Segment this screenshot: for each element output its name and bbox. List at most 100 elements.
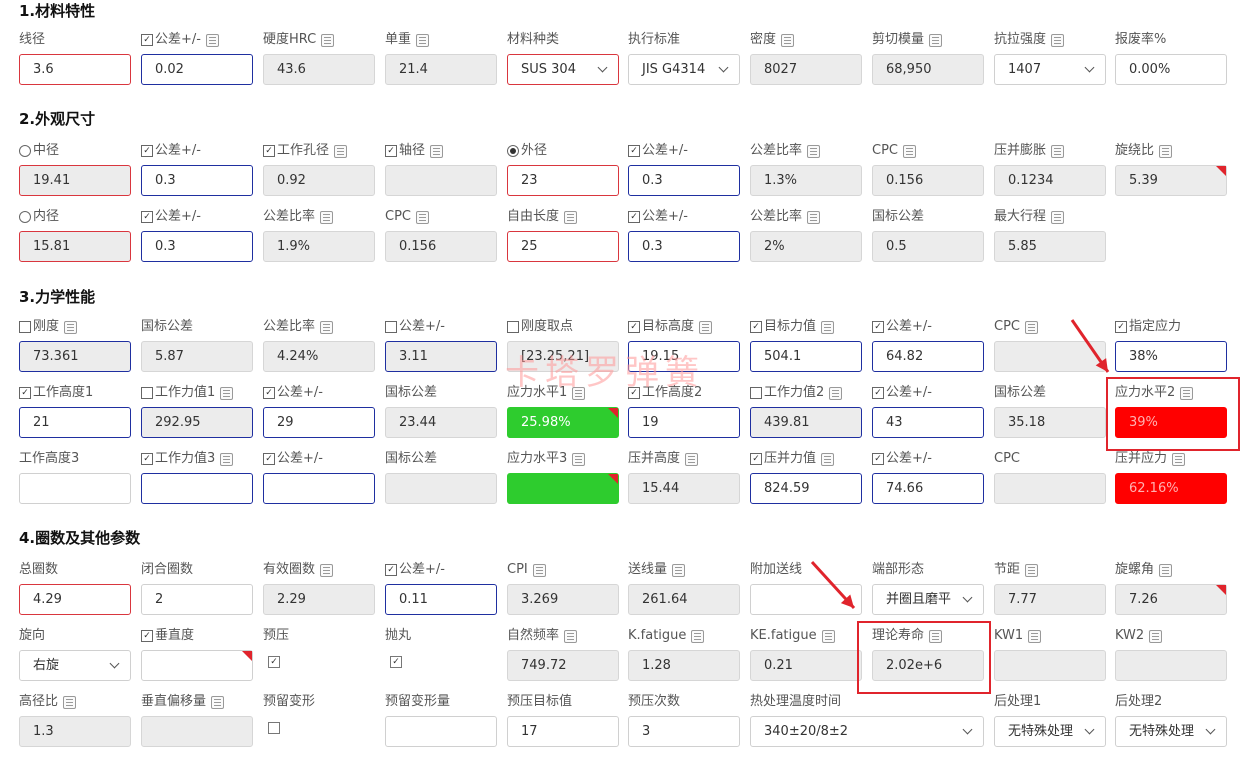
calculator-icon[interactable] bbox=[821, 320, 835, 334]
calculator-icon[interactable] bbox=[64, 320, 78, 334]
field-input[interactable] bbox=[385, 716, 497, 747]
field-checkbox[interactable] bbox=[19, 321, 31, 333]
calculator-icon[interactable] bbox=[1172, 452, 1186, 466]
field-checkbox[interactable]: ✓ bbox=[872, 387, 884, 399]
field-input[interactable]: 25 bbox=[507, 231, 619, 262]
field-select[interactable]: 无特殊处理 bbox=[1115, 716, 1227, 747]
calculator-icon[interactable] bbox=[1149, 629, 1163, 643]
calculator-icon[interactable] bbox=[211, 695, 225, 709]
field-checkbox[interactable]: ✓ bbox=[628, 145, 640, 157]
calculator-icon[interactable] bbox=[1025, 320, 1038, 334]
calculator-icon[interactable] bbox=[1025, 563, 1039, 577]
field-checkbox[interactable] bbox=[141, 387, 153, 399]
calculator-icon[interactable] bbox=[1051, 144, 1065, 158]
field-checkbox[interactable]: ✓ bbox=[872, 453, 884, 465]
field-checkbox[interactable]: ✓ bbox=[263, 453, 275, 465]
field-checkbox[interactable]: ✓ bbox=[628, 321, 640, 333]
calculator-icon[interactable] bbox=[699, 320, 713, 334]
calculator-icon[interactable] bbox=[564, 629, 578, 643]
calculator-icon[interactable] bbox=[205, 33, 219, 47]
calculator-icon[interactable] bbox=[821, 452, 835, 466]
calculator-icon[interactable] bbox=[903, 144, 916, 158]
field-input[interactable]: 4.29 bbox=[19, 584, 131, 615]
field-input[interactable]: 74.66 bbox=[872, 473, 984, 504]
field-checkbox[interactable]: ✓ bbox=[141, 453, 153, 465]
calculator-icon[interactable] bbox=[220, 386, 234, 400]
calculator-icon[interactable] bbox=[63, 695, 77, 709]
field-select[interactable]: 无特殊处理 bbox=[994, 716, 1106, 747]
field-checkbox[interactable]: ✓ bbox=[141, 145, 153, 157]
calculator-icon[interactable] bbox=[532, 563, 546, 577]
field-checkbox[interactable]: ✓ bbox=[750, 321, 762, 333]
calculator-icon[interactable] bbox=[1159, 144, 1173, 158]
calculator-icon[interactable] bbox=[807, 144, 821, 158]
calculator-icon[interactable] bbox=[807, 210, 821, 224]
field-input[interactable]: 0.02 bbox=[141, 54, 253, 85]
field-checkbox[interactable]: ✓ bbox=[1115, 321, 1127, 333]
option-checkbox[interactable]: ✓ bbox=[268, 656, 280, 668]
calculator-icon[interactable] bbox=[320, 563, 334, 577]
field-input[interactable]: 504.1 bbox=[750, 341, 862, 372]
field-checkbox[interactable]: ✓ bbox=[263, 387, 275, 399]
field-input[interactable]: 29 bbox=[263, 407, 375, 438]
field-checkbox[interactable]: ✓ bbox=[263, 145, 275, 157]
field-input[interactable]: 0.11 bbox=[385, 584, 497, 615]
field-input[interactable]: 439.81 bbox=[750, 407, 862, 438]
field-input[interactable]: 19.41 bbox=[19, 165, 131, 196]
field-select[interactable]: 并圈且磨平 bbox=[872, 584, 984, 615]
field-input[interactable] bbox=[19, 473, 131, 504]
calculator-icon[interactable] bbox=[1159, 563, 1173, 577]
calculator-icon[interactable] bbox=[416, 210, 429, 224]
calculator-icon[interactable] bbox=[320, 320, 334, 334]
calculator-icon[interactable] bbox=[1028, 629, 1042, 643]
field-checkbox[interactable]: ✓ bbox=[628, 387, 640, 399]
field-checkbox[interactable] bbox=[507, 321, 519, 333]
calculator-icon[interactable] bbox=[685, 452, 699, 466]
calculator-icon[interactable] bbox=[320, 210, 334, 224]
field-checkbox[interactable]: ✓ bbox=[628, 211, 640, 223]
field-checkbox[interactable]: ✓ bbox=[385, 145, 397, 157]
option-checkbox[interactable] bbox=[268, 722, 280, 734]
field-checkbox[interactable] bbox=[750, 387, 762, 399]
field-radio[interactable] bbox=[19, 145, 31, 157]
field-input[interactable]: 0.3 bbox=[141, 165, 253, 196]
field-input[interactable] bbox=[750, 584, 862, 615]
field-checkbox[interactable]: ✓ bbox=[750, 453, 762, 465]
calculator-icon[interactable] bbox=[1051, 210, 1065, 224]
calculator-icon[interactable] bbox=[564, 210, 578, 224]
field-input[interactable]: 0.3 bbox=[628, 165, 740, 196]
field-input[interactable]: 62.16% bbox=[1115, 473, 1227, 504]
field-input[interactable]: 25.98% bbox=[507, 407, 619, 438]
calculator-icon[interactable] bbox=[430, 144, 444, 158]
calculator-icon[interactable] bbox=[929, 33, 943, 47]
field-input[interactable]: 0.00% bbox=[1115, 54, 1227, 85]
field-input[interactable] bbox=[141, 650, 253, 681]
field-input[interactable]: 19 bbox=[628, 407, 740, 438]
field-input[interactable]: 64.82 bbox=[872, 341, 984, 372]
field-input[interactable]: 3.6 bbox=[19, 54, 131, 85]
calculator-icon[interactable] bbox=[572, 452, 586, 466]
field-input[interactable]: 0.3 bbox=[141, 231, 253, 262]
field-checkbox[interactable]: ✓ bbox=[141, 34, 153, 46]
field-input[interactable]: 3 bbox=[628, 716, 740, 747]
field-input[interactable] bbox=[141, 473, 253, 504]
calculator-icon[interactable] bbox=[572, 386, 586, 400]
field-checkbox[interactable] bbox=[385, 321, 397, 333]
field-select[interactable]: 340±20/8±2 bbox=[750, 716, 984, 747]
field-select[interactable]: 右旋 bbox=[19, 650, 131, 681]
field-select[interactable]: 1407 bbox=[994, 54, 1106, 85]
calculator-icon[interactable] bbox=[691, 629, 705, 643]
field-input[interactable]: 2 bbox=[141, 584, 253, 615]
calculator-icon[interactable] bbox=[781, 33, 795, 47]
field-radio[interactable] bbox=[19, 211, 31, 223]
field-checkbox[interactable]: ✓ bbox=[141, 211, 153, 223]
field-input[interactable]: 21 bbox=[19, 407, 131, 438]
option-checkbox[interactable]: ✓ bbox=[390, 656, 402, 668]
field-input[interactable]: 73.361 bbox=[19, 341, 131, 372]
calculator-icon[interactable] bbox=[821, 629, 835, 643]
calculator-icon[interactable] bbox=[334, 144, 348, 158]
field-select[interactable]: JIS G4314 bbox=[628, 54, 740, 85]
field-input[interactable]: 19.15 bbox=[628, 341, 740, 372]
calculator-icon[interactable] bbox=[321, 33, 335, 47]
field-input[interactable]: 3.11 bbox=[385, 341, 497, 372]
